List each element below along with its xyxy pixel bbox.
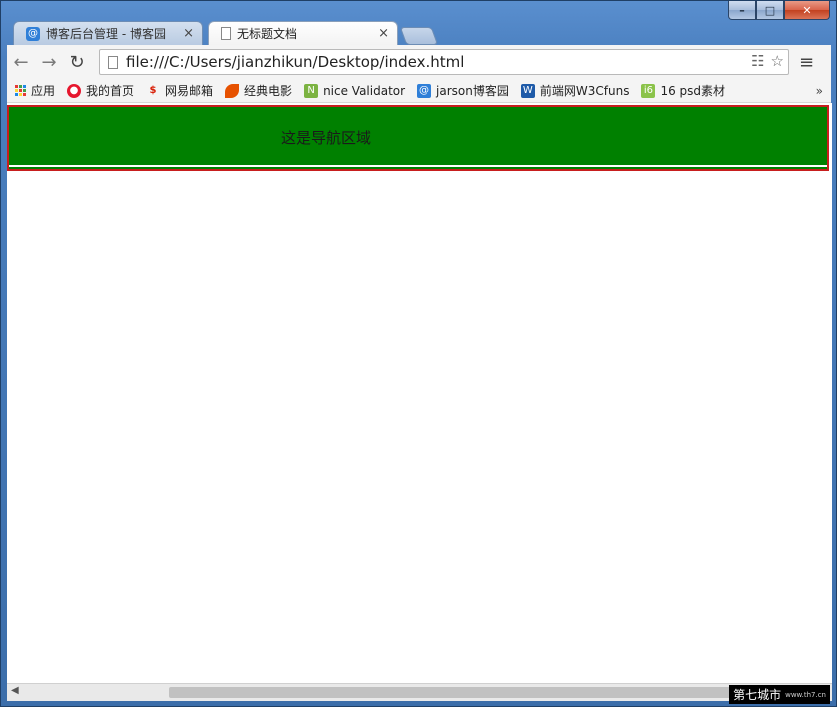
bookmark-star-icon[interactable]: ☆ xyxy=(771,52,784,70)
bookmark-label: 我的首页 xyxy=(86,84,135,98)
bookmark-apps[interactable]: 应用 xyxy=(15,82,55,99)
bookmark-label: 经典电影 xyxy=(244,84,293,98)
bookmark-label: 前端网W3Cfuns xyxy=(539,84,630,98)
bookmark-label: nice Validator xyxy=(323,83,406,98)
bookmark-w3cfuns[interactable]: W 前端网W3Cfuns xyxy=(520,82,630,99)
chrome-menu-button[interactable]: ≡ xyxy=(799,52,814,73)
bookmark-16psd[interactable]: i6 16 psd素材 xyxy=(641,82,725,99)
bookmark-label: 应用 xyxy=(31,84,56,98)
url-text[interactable]: file:///C:/Users/jianzhikun/Desktop/inde… xyxy=(126,53,464,71)
bookmark-classic-movies[interactable]: 经典电影 xyxy=(225,82,292,99)
omnibox-actions: ☷ ☆ xyxy=(751,52,784,70)
document-icon xyxy=(221,27,231,40)
more-bookmarks-button[interactable]: » xyxy=(816,84,823,98)
bookmark-label: 网易邮箱 xyxy=(165,84,214,98)
window-controls: – □ ✕ xyxy=(728,1,830,21)
bookmarks-bar: 应用 ● 我的首页 $ 网易邮箱 经典电影 N nice Validator @… xyxy=(7,79,831,103)
minimize-button[interactable]: – xyxy=(728,1,756,20)
close-window-button[interactable]: ✕ xyxy=(784,1,830,20)
netease-mail-icon: $ xyxy=(149,85,157,96)
bookmark-label: jarson博客园 xyxy=(436,84,509,98)
scroll-left-arrow-icon[interactable]: ◀ xyxy=(11,685,19,696)
weibo-icon: ● xyxy=(67,83,82,98)
new-tab-button[interactable] xyxy=(399,27,439,45)
reload-button[interactable]: ↻ xyxy=(63,52,91,73)
watermark-url: www.th7.cn xyxy=(785,690,826,699)
back-button[interactable]: ← xyxy=(7,52,35,73)
bookmark-netease-mail[interactable]: $ 网易邮箱 xyxy=(146,82,214,99)
w-logo-icon: W xyxy=(520,83,535,98)
page-icon xyxy=(108,55,118,69)
bookmark-weibo[interactable]: ● 我的首页 xyxy=(67,82,134,99)
browser-toolbar: ← → ↻ file:///C:/Users/jianzhikun/Deskto… xyxy=(7,45,831,79)
browser-window: – □ ✕ @ 博客后台管理 - 博客园 × 无标题文档 × ← → ↻ fil… xyxy=(0,0,837,707)
i6-logo-icon: i6 xyxy=(641,83,656,98)
translate-icon[interactable]: ☷ xyxy=(751,52,764,70)
apps-grid-icon xyxy=(15,85,26,96)
scrollbar-thumb[interactable] xyxy=(169,687,809,698)
close-tab-icon[interactable]: × xyxy=(378,26,389,41)
n-logo-icon: N xyxy=(304,83,319,98)
tab-title: 无标题文档 xyxy=(237,27,298,41)
tab-title: 博客后台管理 - 博客园 xyxy=(46,27,166,41)
bookmark-label: 16 psd素材 xyxy=(660,84,726,98)
tab-cnblogs-admin[interactable]: @ 博客后台管理 - 博客园 × xyxy=(13,21,203,45)
nav-region: 这是导航区域 xyxy=(7,105,829,171)
close-tab-icon[interactable]: × xyxy=(183,26,194,41)
nav-region-text: 这是导航区域 xyxy=(281,129,372,147)
cnblogs-icon: @ xyxy=(26,26,40,41)
maximize-button[interactable]: □ xyxy=(756,1,784,20)
address-bar[interactable]: file:///C:/Users/jianzhikun/Desktop/inde… xyxy=(99,49,789,75)
nav-inner: 这是导航区域 xyxy=(9,107,827,167)
page-viewport: 这是导航区域 xyxy=(7,103,832,683)
horizontal-scrollbar[interactable]: ◀ ▶ xyxy=(7,683,832,701)
watermark: 第七城市 www.th7.cn xyxy=(729,685,830,704)
bookmark-jarson-blog[interactable]: @ jarson博客园 xyxy=(417,82,509,99)
forward-button[interactable]: → xyxy=(35,52,63,73)
cnblogs-icon: @ xyxy=(417,83,432,98)
bookmark-nice-validator[interactable]: N nice Validator xyxy=(304,83,406,98)
tab-untitled-document[interactable]: 无标题文档 × xyxy=(208,21,398,45)
watermark-text: 第七城市 xyxy=(733,688,782,702)
leaf-icon xyxy=(225,83,240,98)
tab-strip: @ 博客后台管理 - 博客园 × 无标题文档 × xyxy=(13,21,439,45)
